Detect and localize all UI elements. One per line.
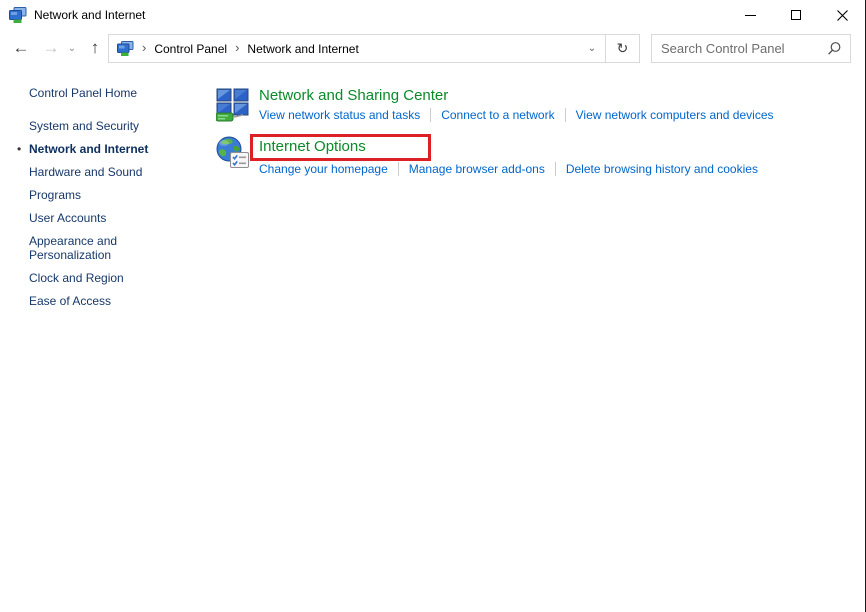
navigation-bar: ← → ⌄ ↑ › Control Panel › Network and In…	[0, 30, 865, 66]
breadcrumb-network-and-internet[interactable]: Network and Internet	[247, 42, 358, 56]
network-sharing-center-icon[interactable]	[216, 88, 250, 122]
breadcrumb-chevron-icon: ›	[134, 40, 154, 55]
task-link-delete-browsing-history[interactable]: Delete browsing history and cookies	[566, 162, 758, 176]
search-placeholder: Search Control Panel	[661, 41, 826, 56]
sidebar-item-clock-and-region[interactable]: Clock and Region	[29, 271, 161, 285]
category-body: Network and Sharing Center View network …	[259, 86, 774, 122]
internet-options-icon[interactable]	[216, 136, 250, 170]
title-bar: Network and Internet	[0, 0, 865, 30]
up-button[interactable]: ↑	[82, 30, 108, 66]
address-bar[interactable]: › Control Panel › Network and Internet ⌄…	[108, 34, 640, 63]
control-panel-icon	[117, 41, 134, 56]
sidebar-item-user-accounts[interactable]: User Accounts	[29, 211, 161, 225]
link-separator	[555, 162, 556, 176]
forward-button: →	[38, 30, 64, 66]
task-link-view-network-status[interactable]: View network status and tasks	[259, 108, 420, 122]
link-separator	[565, 108, 566, 122]
category-links: View network status and tasks Connect to…	[259, 108, 774, 122]
magnifier-icon[interactable]	[826, 41, 842, 57]
refresh-button[interactable]: ↻	[606, 35, 639, 62]
maximize-icon	[791, 10, 801, 20]
category-network-and-sharing-center: Network and Sharing Center View network …	[216, 86, 856, 122]
control-panel-window: { "window": { "title": "Network and Inte…	[0, 0, 866, 612]
category-title-internet-options[interactable]: Internet Options	[250, 134, 431, 161]
category-body: Internet Options Change your homepage Ma…	[259, 134, 758, 176]
category-links: Change your homepage Manage browser add-…	[259, 162, 758, 176]
sidebar-item-system-and-security[interactable]: System and Security	[29, 119, 161, 133]
sidebar-item-ease-of-access[interactable]: Ease of Access	[29, 294, 161, 308]
sidebar-item-label: Network and Internet	[29, 142, 148, 156]
window-controls	[727, 0, 865, 30]
sidebar-list: Control Panel Home System and Security •…	[29, 86, 212, 308]
active-bullet-icon: •	[17, 142, 21, 156]
sidebar-item-programs[interactable]: Programs	[29, 188, 161, 202]
back-button[interactable]: ←	[8, 30, 34, 66]
sidebar: Control Panel Home System and Security •…	[0, 66, 212, 317]
breadcrumb-chevron-icon: ›	[227, 40, 247, 55]
link-separator	[430, 108, 431, 122]
sidebar-item-network-and-internet[interactable]: •Network and Internet	[29, 142, 161, 156]
task-link-view-network-computers[interactable]: View network computers and devices	[576, 108, 774, 122]
sidebar-item-control-panel-home[interactable]: Control Panel Home	[29, 86, 161, 100]
category-internet-options: Internet Options Change your homepage Ma…	[216, 134, 856, 176]
close-icon	[837, 10, 848, 21]
main-content: Network and Sharing Center View network …	[216, 86, 856, 188]
link-separator	[398, 162, 399, 176]
recent-pages-dropdown[interactable]: ⌄	[64, 30, 80, 66]
task-link-connect-to-network[interactable]: Connect to a network	[441, 108, 554, 122]
network-places-icon	[9, 7, 27, 23]
maximize-button[interactable]	[773, 0, 819, 30]
task-link-change-homepage[interactable]: Change your homepage	[259, 162, 388, 176]
search-box[interactable]: Search Control Panel	[651, 34, 851, 63]
address-dropdown-icon[interactable]: ⌄	[579, 43, 605, 54]
sidebar-item-hardware-and-sound[interactable]: Hardware and Sound	[29, 165, 161, 179]
minimize-button[interactable]	[727, 0, 773, 30]
task-link-manage-addons[interactable]: Manage browser add-ons	[409, 162, 545, 176]
window-title: Network and Internet	[34, 8, 145, 22]
minimize-icon	[745, 15, 756, 16]
close-button[interactable]	[819, 0, 865, 30]
sidebar-item-appearance-and-personalization[interactable]: Appearance and Personalization	[29, 234, 161, 262]
category-title-network-and-sharing-center[interactable]: Network and Sharing Center	[259, 86, 774, 105]
breadcrumb-control-panel[interactable]: Control Panel	[154, 42, 227, 56]
